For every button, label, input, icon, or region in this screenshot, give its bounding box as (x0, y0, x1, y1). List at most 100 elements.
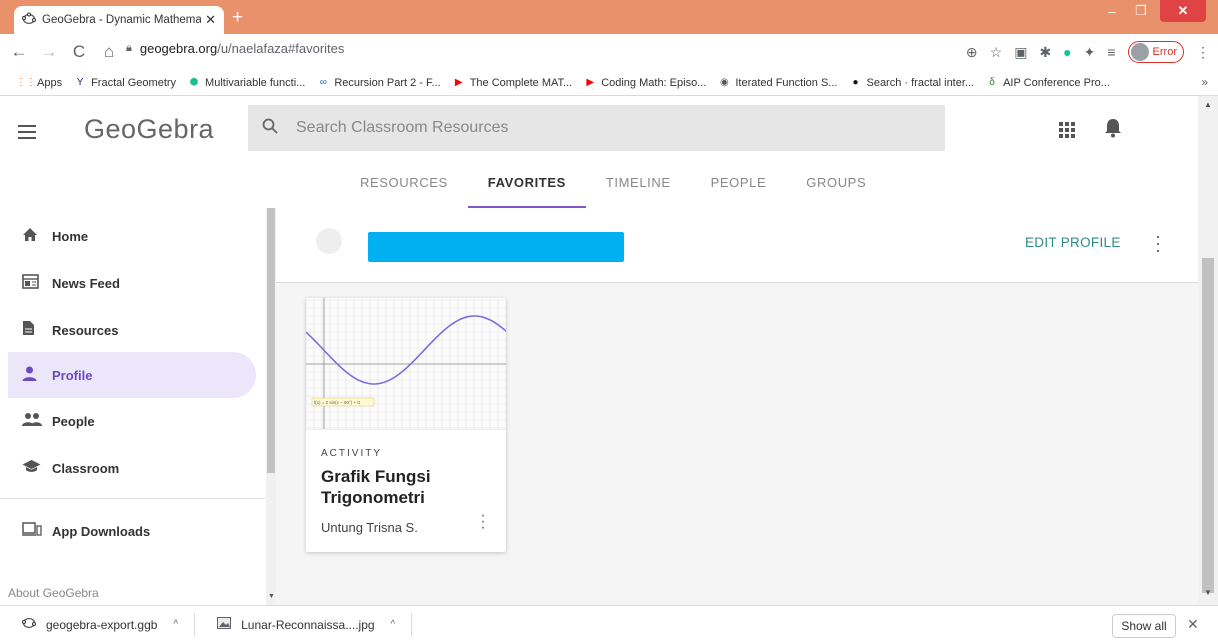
tab-resources[interactable]: RESOURCES (340, 165, 468, 208)
notifications-bell-icon[interactable] (1104, 118, 1122, 144)
sidebar-item-resources[interactable]: Resources (8, 307, 256, 353)
page-scroll-thumb[interactable] (1202, 258, 1214, 593)
new-tab-button[interactable]: + (232, 8, 243, 28)
sidebar-item-label: Classroom (52, 460, 120, 476)
sidebar-item-news-feed[interactable]: News Feed (8, 260, 256, 306)
codecademy-icon: ∞ (319, 77, 327, 88)
menu-kebab-icon[interactable]: ⋮ (1196, 44, 1210, 61)
tab-close-icon[interactable]: ✕ (205, 12, 216, 28)
yale-y-icon: Y (76, 77, 84, 88)
bookmark-item[interactable]: ◉ Iterated Function S... (718, 76, 838, 89)
address-bar[interactable]: 🔒︎ geogebra.org/u/naelafaza#favorites (126, 41, 344, 56)
card-title[interactable]: Grafik Fungsi Trigonometri (321, 466, 481, 508)
toolbar-extensions: ⊕ ☆ ▣ ✱ ● ✦ ≡ Error ⋮ (966, 34, 1210, 70)
sidebar-item-profile[interactable]: Profile (8, 352, 256, 398)
profile-error-label: Error (1152, 46, 1177, 58)
show-all-downloads-button[interactable]: Show all (1112, 614, 1176, 638)
extension-window-icon[interactable]: ▣ (1014, 44, 1027, 61)
graduation-cap-icon (8, 459, 52, 477)
aip-icon: δ (989, 77, 995, 88)
minimize-button[interactable]: – (1098, 0, 1126, 22)
geogebra-logo[interactable]: GeoGebra (84, 114, 214, 145)
tab-favorites[interactable]: FAVORITES (467, 165, 586, 208)
sidebar-item-people[interactable]: People (8, 398, 256, 444)
sidebar-item-home[interactable]: Home (8, 213, 256, 259)
bookmark-label: Fractal Geometry (91, 76, 177, 89)
about-geogebra-link[interactable]: About GeoGebra (8, 586, 99, 600)
sidebar-item-app-downloads[interactable]: App Downloads (8, 508, 256, 554)
forward-arrow-icon[interactable]: → (38, 42, 60, 62)
sidebar: Home News Feed Resources Profile People Class… (0, 208, 276, 605)
profile-bar: EDIT PROFILE · · · (276, 208, 1198, 283)
search-input[interactable]: Search Classroom Resources (248, 105, 945, 151)
bookmark-item[interactable]: ⋮⋮ Apps (16, 77, 62, 89)
bookmark-item[interactable]: ● Search · fractal inter... (849, 77, 974, 89)
tab-groups[interactable]: GROUPS (786, 165, 886, 208)
sidebar-scrollbar[interactable]: ▼ (266, 208, 276, 605)
browser-tab[interactable]: GeoGebra - Dynamic Mathemati ✕ (14, 6, 224, 34)
grammarly-icon[interactable]: ● (1063, 44, 1071, 60)
chevron-up-icon[interactable]: ^ (173, 619, 178, 630)
back-arrow-icon[interactable]: ← (8, 42, 30, 62)
scroll-down-arrow-icon[interactable]: ▼ (1204, 588, 1212, 597)
profile-error-button[interactable]: Error (1127, 41, 1184, 63)
image-file-icon (217, 617, 232, 632)
sidebar-item-label: News Feed (52, 275, 120, 291)
chevron-up-icon[interactable]: ^ (391, 619, 396, 630)
reload-icon[interactable]: C (68, 42, 90, 62)
people-icon (8, 412, 52, 430)
devices-icon (8, 522, 52, 540)
card-more-icon[interactable]: · · · (478, 508, 488, 536)
scroll-down-arrow-icon[interactable]: ▼ (268, 593, 275, 600)
geogebra-header: GeoGebra Search Classroom Resources RESO… (0, 96, 1200, 208)
bookmark-item[interactable]: ▶ Coding Math: Episo... (584, 77, 706, 89)
sidebar-scroll-thumb[interactable] (267, 208, 275, 473)
profile-more-icon[interactable]: · · · (1153, 227, 1163, 259)
bookmark-item[interactable]: ⬢ Multivariable functi... (188, 76, 306, 89)
download-item[interactable]: Lunar-Reconnaissa....jpg ^ (195, 612, 413, 637)
news-feed-icon (8, 273, 52, 293)
reading-list-icon[interactable]: ≡ (1107, 44, 1115, 60)
bookmark-label: The Complete MAT... (469, 76, 573, 89)
bookmark-label: Search · fractal inter... (866, 76, 975, 89)
bookmarks-overflow-button[interactable]: » (1201, 75, 1208, 89)
home-browser-icon[interactable]: ⌂ (98, 42, 120, 62)
bookmark-item[interactable]: Y Fractal Geometry (74, 77, 176, 89)
bookmark-label: Iterated Function S... (735, 76, 838, 89)
maximize-button[interactable]: ❐ (1127, 0, 1155, 22)
main-content: EDIT PROFILE · · · f(x) = 2 sin(x − 90°) +… (276, 208, 1198, 605)
profile-avatar (316, 228, 342, 254)
url-path: /u/naelafaza#favorites (217, 41, 345, 56)
bookmark-label: AIP Conference Pro... (1003, 76, 1110, 89)
close-download-shelf-icon[interactable]: ✕ (1187, 616, 1199, 633)
sidebar-item-label: Home (52, 228, 89, 244)
edit-profile-button[interactable]: EDIT PROFILE (1025, 235, 1121, 250)
tab-timeline[interactable]: TIMELINE (586, 165, 691, 208)
card-thumbnail: f(x) = 2 sin(x − 90°) + 0 (306, 298, 506, 430)
resource-card[interactable]: f(x) = 2 sin(x − 90°) + 0 ACTIVITY Grafi… (306, 298, 506, 552)
window-close-button[interactable]: ✕ (1160, 0, 1206, 22)
bookmark-item[interactable]: ∞ Recursion Part 2 - F... (317, 76, 441, 89)
home-icon (8, 227, 52, 246)
page-scrollbar[interactable]: ▲ ▼ (1198, 96, 1218, 605)
search-icon (262, 118, 278, 139)
bookmarks-bar: ⋮⋮ Apps Y Fractal Geometry ⬢ Multivariable fu… (0, 70, 1218, 96)
hamburger-menu-icon[interactable] (18, 125, 36, 139)
avatar-icon (1130, 43, 1149, 61)
bookmark-label: Multivariable functi... (205, 76, 306, 89)
apps-grid-icon[interactable] (1059, 122, 1075, 138)
bookmark-star-icon[interactable]: ☆ (990, 44, 1003, 61)
person-icon (8, 366, 52, 385)
puzzle-extensions-icon[interactable]: ✦ (1084, 44, 1096, 61)
bookmark-item[interactable]: δ AIP Conference Pro... (986, 77, 1110, 89)
bookmark-item[interactable]: ▶ The Complete MAT... (453, 76, 573, 89)
card-author[interactable]: Untung Trisna S. (321, 520, 418, 535)
extension-bug-icon[interactable]: ✱ (1039, 44, 1051, 61)
sidebar-item-classroom[interactable]: Classroom (8, 445, 256, 491)
zoom-icon[interactable]: ⊕ (966, 44, 978, 61)
scroll-up-arrow-icon[interactable]: ▲ (1204, 100, 1212, 109)
globe-icon: ◉ (719, 77, 729, 88)
tab-people[interactable]: PEOPLE (691, 165, 787, 208)
download-item[interactable]: geogebra-export.ggb ^ (0, 612, 196, 637)
bookmark-label: Recursion Part 2 - F... (334, 76, 441, 89)
